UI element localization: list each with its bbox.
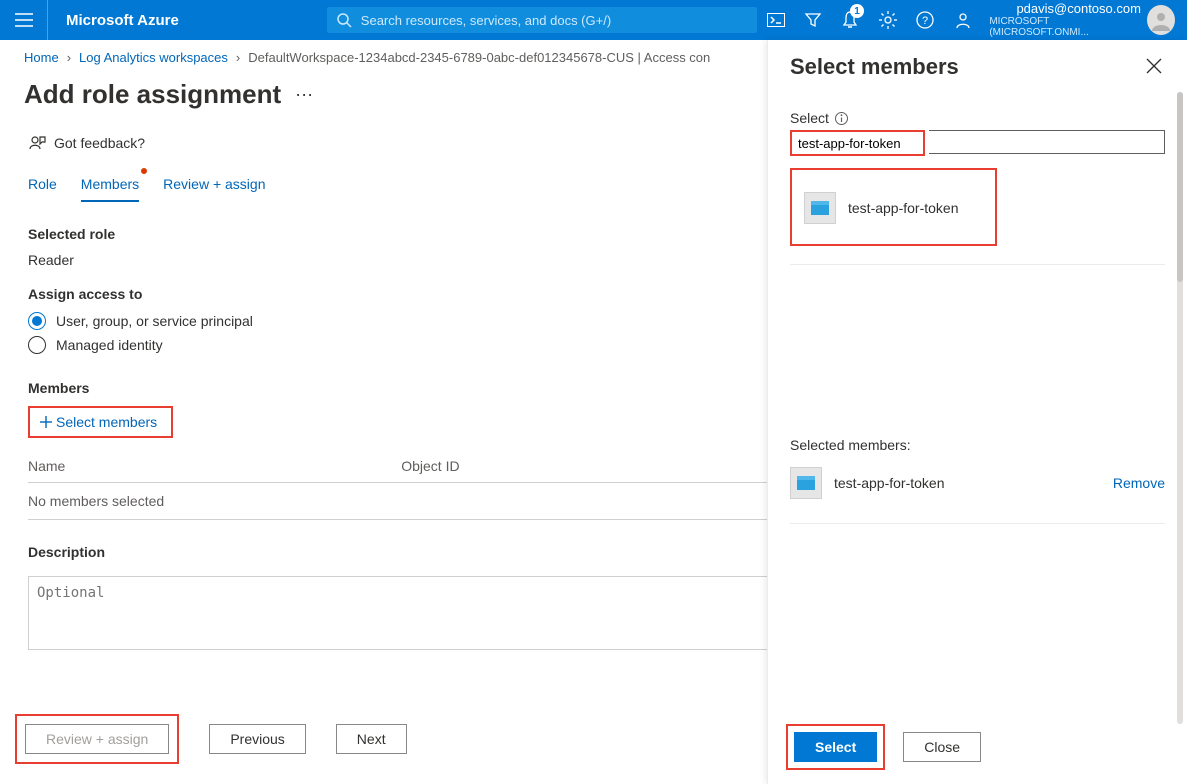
highlight-search-input bbox=[790, 130, 925, 156]
feedback-person-icon bbox=[954, 11, 972, 29]
highlight-review-assign: Review + assign bbox=[15, 714, 179, 764]
avatar-icon bbox=[1150, 9, 1172, 31]
select-members-link[interactable]: Select members bbox=[34, 410, 163, 434]
footer-bar: Review + assign Previous Next bbox=[15, 714, 407, 764]
radio-icon bbox=[28, 312, 46, 330]
col-name: Name bbox=[28, 450, 401, 483]
remove-member-link[interactable]: Remove bbox=[1113, 475, 1165, 491]
search-result-item[interactable]: test-app-for-token bbox=[798, 186, 965, 230]
plus-icon bbox=[40, 416, 52, 428]
panel-scrollbar[interactable] bbox=[1177, 92, 1183, 724]
radio-mi-label: Managed identity bbox=[56, 337, 163, 353]
breadcrumb-current: DefaultWorkspace-1234abcd-2345-6789-0abc… bbox=[248, 50, 710, 65]
highlight-select-members: Select members bbox=[28, 406, 173, 438]
gear-icon bbox=[879, 11, 897, 29]
app-icon bbox=[804, 192, 836, 224]
highlight-search-result: test-app-for-token bbox=[790, 168, 997, 246]
global-search[interactable] bbox=[327, 7, 757, 33]
app-icon bbox=[790, 467, 822, 499]
highlight-select-button: Select bbox=[786, 724, 885, 770]
page-more-button[interactable]: ··· bbox=[295, 84, 313, 105]
select-label-text: Select bbox=[790, 110, 829, 126]
search-result-name: test-app-for-token bbox=[848, 200, 959, 216]
close-icon bbox=[1147, 59, 1161, 73]
tab-members-label: Members bbox=[81, 176, 139, 192]
feedback-icon bbox=[28, 134, 46, 152]
search-icon bbox=[337, 13, 351, 27]
global-search-input[interactable] bbox=[359, 12, 747, 29]
panel-title: Select members bbox=[790, 54, 959, 80]
scrollbar-thumb[interactable] bbox=[1177, 92, 1183, 282]
user-tenant: MICROSOFT (MICROSOFT.ONMI... bbox=[989, 16, 1141, 38]
select-members-panel: Select members Select test-app-for-token bbox=[767, 40, 1187, 784]
user-info[interactable]: pdavis@contoso.com MICROSOFT (MICROSOFT.… bbox=[989, 2, 1141, 38]
panel-close-button[interactable] bbox=[1143, 55, 1165, 80]
tab-role[interactable]: Role bbox=[28, 170, 57, 202]
topbar: Microsoft Azure 1 ? pdavis@contoso.com M… bbox=[0, 0, 1187, 40]
selected-member-name: test-app-for-token bbox=[834, 475, 945, 491]
select-members-label: Select members bbox=[56, 414, 157, 430]
select-label: Select bbox=[790, 110, 1165, 126]
info-icon[interactable] bbox=[835, 112, 848, 125]
selected-member-row: test-app-for-token Remove bbox=[790, 461, 1165, 505]
brand-label[interactable]: Microsoft Azure bbox=[66, 12, 179, 29]
feedback-label: Got feedback? bbox=[54, 135, 145, 151]
directory-filter-button[interactable] bbox=[794, 0, 831, 40]
main-menu-button[interactable] bbox=[0, 0, 48, 40]
notifications-button[interactable]: 1 bbox=[832, 0, 869, 40]
svg-text:?: ? bbox=[922, 15, 928, 27]
member-search-input[interactable] bbox=[792, 132, 923, 154]
radio-user-label: User, group, or service principal bbox=[56, 313, 253, 329]
next-button[interactable]: Next bbox=[336, 724, 407, 754]
review-assign-button[interactable]: Review + assign bbox=[25, 724, 169, 754]
dirty-indicator-icon bbox=[141, 168, 147, 174]
breadcrumb-separator: › bbox=[236, 50, 240, 65]
col-object-id: Object ID bbox=[401, 450, 774, 483]
selected-members-label: Selected members: bbox=[790, 437, 1165, 453]
topbar-left: Microsoft Azure bbox=[0, 0, 197, 40]
help-icon: ? bbox=[916, 11, 934, 29]
feedback-button[interactable] bbox=[944, 0, 981, 40]
filter-icon bbox=[805, 12, 821, 28]
breadcrumb-separator: › bbox=[67, 50, 71, 65]
breadcrumb-home[interactable]: Home bbox=[24, 50, 59, 65]
panel-close-footer-button[interactable]: Close bbox=[903, 732, 981, 762]
user-avatar[interactable] bbox=[1147, 5, 1175, 35]
user-email: pdavis@contoso.com bbox=[1016, 2, 1140, 16]
breadcrumb-workspaces[interactable]: Log Analytics workspaces bbox=[79, 50, 228, 65]
previous-button[interactable]: Previous bbox=[209, 724, 305, 754]
divider bbox=[790, 264, 1165, 265]
tab-members[interactable]: Members bbox=[81, 170, 139, 202]
panel-footer: Select Close bbox=[768, 710, 1187, 784]
notification-count-badge: 1 bbox=[850, 4, 864, 18]
settings-button[interactable] bbox=[869, 0, 906, 40]
hamburger-icon bbox=[15, 13, 33, 27]
divider bbox=[790, 523, 1165, 524]
topbar-right: 1 ? pdavis@contoso.com MICROSOFT (MICROS… bbox=[757, 0, 1187, 40]
page-title: Add role assignment bbox=[24, 79, 281, 110]
cloud-shell-button[interactable] bbox=[757, 0, 794, 40]
radio-icon bbox=[28, 336, 46, 354]
cloud-shell-icon bbox=[767, 13, 785, 27]
help-button[interactable]: ? bbox=[907, 0, 944, 40]
panel-select-button[interactable]: Select bbox=[794, 732, 877, 762]
tab-review[interactable]: Review + assign bbox=[163, 170, 265, 202]
